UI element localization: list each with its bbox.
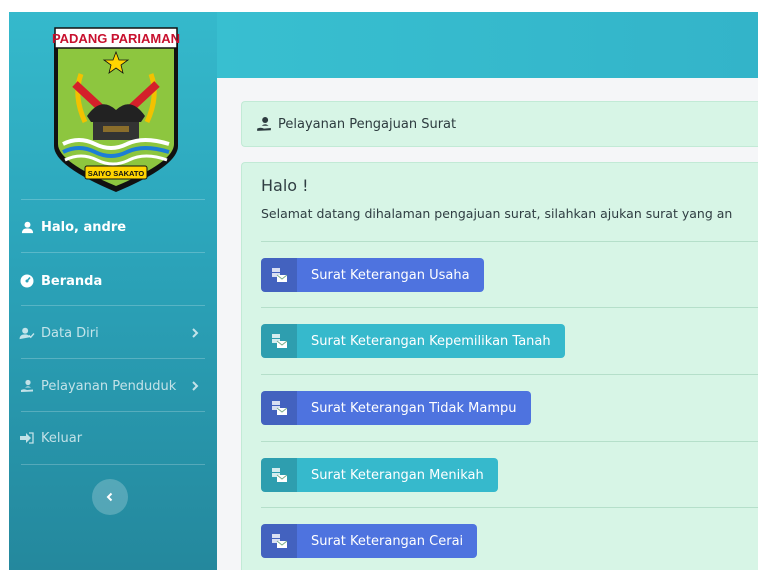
- panel-divider: [261, 441, 758, 442]
- mail-bulk-icon: [261, 324, 297, 358]
- regency-logo: PADANG PARIAMAN SAIYO SAKATO: [51, 26, 181, 194]
- svg-text:PADANG PARIAMAN: PADANG PARIAMAN: [52, 31, 180, 46]
- button-label: Surat Keterangan Kepemilikan Tanah: [311, 333, 551, 349]
- sidebar-item-label: Keluar: [41, 430, 83, 446]
- letter-request-panel: Halo ! Selamat datang dihalaman pengajua…: [241, 162, 758, 570]
- mail-bulk-icon: [261, 524, 297, 558]
- sidebar-item-label: Beranda: [41, 273, 103, 289]
- svg-text:SAIYO SAKATO: SAIYO SAKATO: [88, 169, 145, 178]
- mail-bulk-icon: [261, 458, 297, 492]
- hand-user-icon: [19, 378, 35, 394]
- topbar: [217, 12, 758, 78]
- panel-welcome-text: Selamat datang dihalaman pengajuan surat…: [261, 206, 733, 221]
- sidebar-item-keluar[interactable]: Keluar: [9, 418, 217, 458]
- sidebar-toggle-button[interactable]: [92, 479, 128, 515]
- chevron-right-icon: [189, 378, 201, 394]
- sidebar-item-pelayanan-penduduk[interactable]: Pelayanan Penduduk: [9, 366, 217, 406]
- surat-keterangan-tidak-mampu-button[interactable]: Surat Keterangan Tidak Mampu: [261, 391, 531, 425]
- surat-keterangan-kepemilikan-tanah-button[interactable]: Surat Keterangan Kepemilikan Tanah: [261, 324, 565, 358]
- sidebar-item-beranda[interactable]: Beranda: [9, 261, 217, 301]
- sidebar-item-data-diri[interactable]: Data Diri: [9, 313, 217, 353]
- surat-keterangan-usaha-button[interactable]: Surat Keterangan Usaha: [261, 258, 484, 292]
- surat-keterangan-cerai-button[interactable]: Surat Keterangan Cerai: [261, 524, 478, 558]
- panel-divider: [261, 374, 758, 375]
- hand-user-icon: [256, 116, 272, 132]
- sidebar-divider: [21, 464, 205, 465]
- button-label: Surat Keterangan Usaha: [311, 267, 470, 283]
- user-greeting-label: Halo, andre: [41, 219, 127, 235]
- page-header: Pelayanan Pengajuan Surat: [241, 101, 758, 147]
- sidebar-item-label: Pelayanan Penduduk: [41, 378, 177, 394]
- panel-divider: [261, 307, 758, 308]
- panel-greeting: Halo !: [261, 176, 309, 195]
- user-check-icon: [19, 325, 35, 341]
- user-icon: [19, 219, 35, 235]
- panel-divider: [261, 241, 758, 242]
- sidebar-divider: [21, 305, 205, 306]
- button-label: Surat Keterangan Menikah: [311, 467, 484, 483]
- sidebar-divider: [21, 252, 205, 253]
- mail-bulk-icon: [261, 258, 297, 292]
- dashboard-icon: [19, 273, 35, 289]
- sidebar-divider: [21, 411, 205, 412]
- chevron-left-icon: [105, 488, 115, 507]
- sign-out-icon: [19, 430, 35, 446]
- sidebar-divider: [21, 358, 205, 359]
- chevron-right-icon: [189, 325, 201, 341]
- button-label: Surat Keterangan Tidak Mampu: [311, 400, 517, 416]
- sidebar-item-label: Data Diri: [41, 325, 99, 341]
- mail-bulk-icon: [261, 391, 297, 425]
- button-label: Surat Keterangan Cerai: [311, 533, 464, 549]
- page-title: Pelayanan Pengajuan Surat: [278, 116, 457, 132]
- panel-divider: [261, 507, 758, 508]
- sidebar: PADANG PARIAMAN SAIYO SAKATO Halo, andre…: [9, 12, 217, 570]
- sidebar-user-greeting[interactable]: Halo, andre: [9, 207, 217, 247]
- surat-keterangan-menikah-button[interactable]: Surat Keterangan Menikah: [261, 458, 498, 492]
- sidebar-divider: [21, 199, 205, 200]
